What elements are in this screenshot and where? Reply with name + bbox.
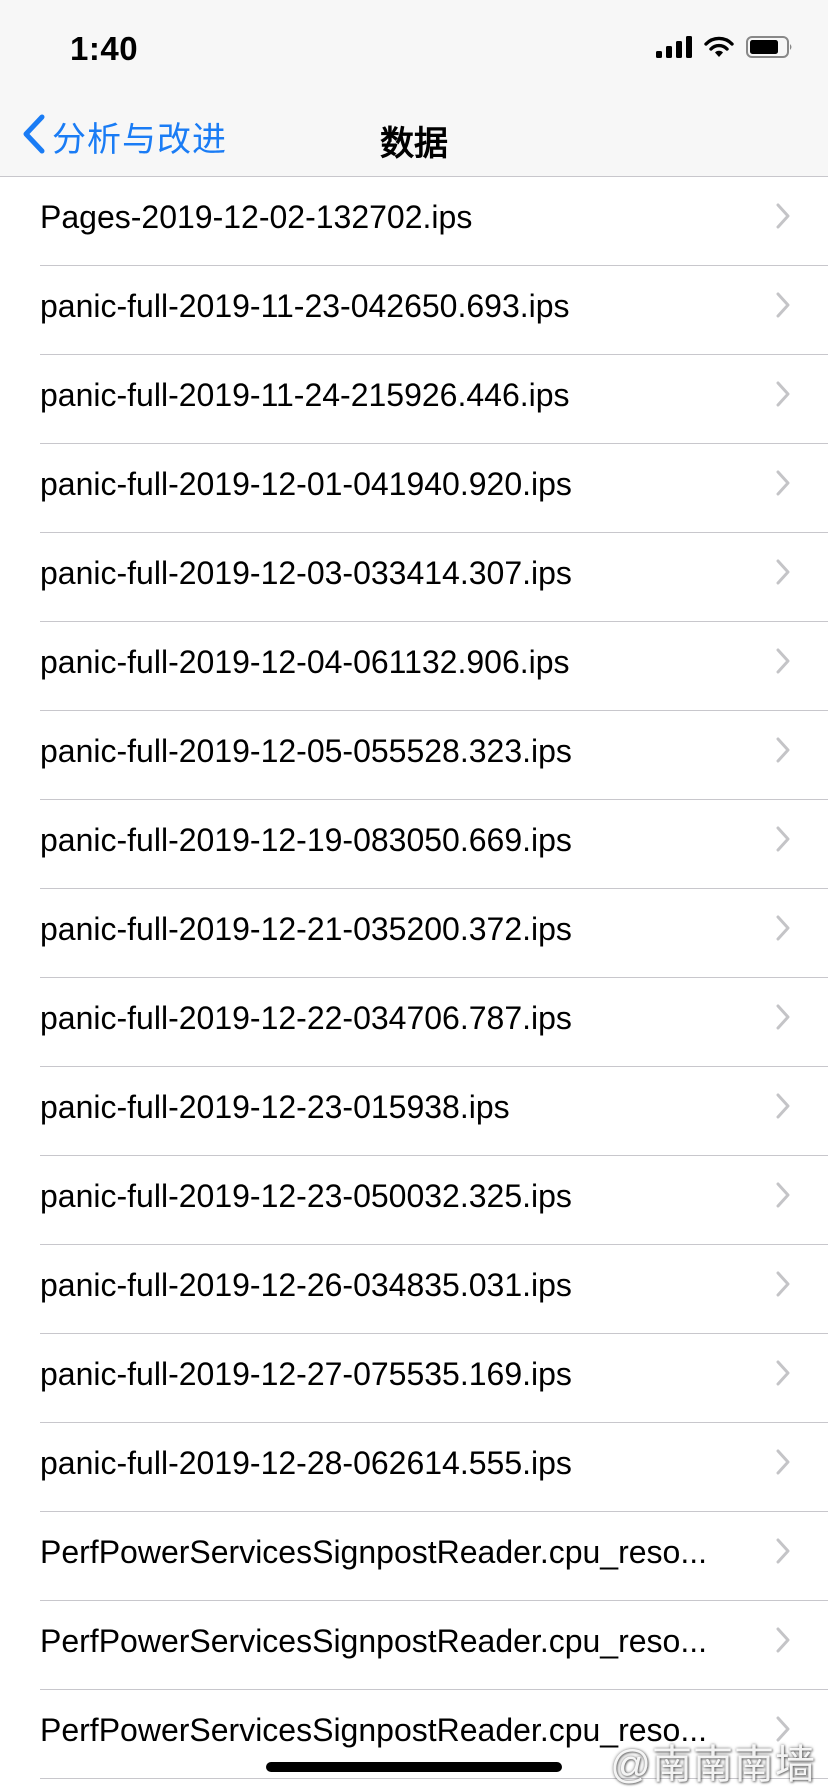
list-item-label: panic-full-2019-12-23-050032.325.ips [40, 1178, 572, 1214]
chevron-right-icon [776, 1004, 790, 1030]
list-item[interactable]: panic-full-2019-12-23-015938.ips [0, 1067, 828, 1156]
list-item-label: panic-full-2019-12-03-033414.307.ips [40, 555, 572, 591]
chevron-right-icon [776, 648, 790, 674]
chevron-right-icon [776, 1538, 790, 1564]
list-item-label: panic-full-2019-12-22-034706.787.ips [40, 1000, 572, 1036]
list-item[interactable]: panic-full-2019-12-22-034706.787.ips [0, 978, 828, 1067]
list-item[interactable]: panic-full-2019-12-26-034835.031.ips [0, 1245, 828, 1334]
list-item-label: panic-full-2019-12-05-055528.323.ips [40, 733, 572, 769]
list-item-label: PerfPowerServicesSignpostReader.cpu_reso… [40, 1534, 708, 1570]
list-item[interactable]: panic-full-2019-12-28-062614.555.ips [0, 1423, 828, 1512]
chevron-right-icon [776, 1360, 790, 1386]
file-list: Pages-2019-12-02-132702.ips panic-full-20… [0, 177, 828, 1779]
status-time: 1:40 [70, 30, 139, 67]
list-item[interactable]: panic-full-2019-12-04-061132.906.ips [0, 622, 828, 711]
chevron-right-icon [776, 1271, 790, 1297]
list-item[interactable]: panic-full-2019-12-23-050032.325.ips [0, 1156, 828, 1245]
navigation-bar: 分析与改进 数据 [0, 96, 828, 177]
page-title: 数据 [380, 125, 448, 163]
chevron-right-icon [776, 381, 790, 407]
status-bar: 1:40 [0, 0, 828, 96]
list-item-label: panic-full-2019-11-23-042650.693.ips [40, 288, 570, 324]
chevron-right-icon [776, 292, 790, 318]
list-item-label: Pages-2019-12-02-132702.ips [40, 199, 473, 235]
wifi-icon [704, 36, 734, 63]
battery-icon [746, 36, 794, 63]
home-indicator[interactable] [266, 1762, 562, 1772]
list-item-label: panic-full-2019-12-28-062614.555.ips [40, 1445, 572, 1481]
chevron-right-icon [776, 737, 790, 763]
chevron-right-icon [776, 1627, 790, 1653]
chevron-right-icon [776, 470, 790, 496]
list-item[interactable]: panic-full-2019-11-24-215926.446.ips [0, 355, 828, 444]
list-item[interactable]: panic-full-2019-11-23-042650.693.ips [0, 266, 828, 355]
list-item-label: panic-full-2019-12-27-075535.169.ips [40, 1356, 572, 1392]
list-item-label: panic-full-2019-12-01-041940.920.ips [40, 466, 572, 502]
list-item-label: panic-full-2019-12-04-061132.906.ips [40, 644, 570, 680]
list-item-label: panic-full-2019-12-26-034835.031.ips [40, 1267, 572, 1303]
list-item[interactable]: panic-full-2019-12-27-075535.169.ips [0, 1334, 828, 1423]
list-item-label: PerfPowerServicesSignpostReader.cpu_reso… [40, 1623, 708, 1659]
list-item[interactable]: PerfPowerServicesSignpostReader.cpu_reso… [0, 1512, 828, 1601]
watermark: @南南南墙 [610, 1732, 816, 1790]
signal-icon [656, 36, 692, 63]
chevron-right-icon [776, 1449, 790, 1475]
status-icons [656, 36, 794, 63]
chevron-right-icon [776, 915, 790, 941]
list-item-label: panic-full-2019-12-23-015938.ips [40, 1089, 510, 1125]
list-item-label: panic-full-2019-12-19-083050.669.ips [40, 822, 572, 858]
list-item-label: panic-full-2019-12-21-035200.372.ips [40, 911, 572, 947]
list-item-label: panic-full-2019-11-24-215926.446.ips [40, 377, 570, 413]
list-item[interactable]: PerfPowerServicesSignpostReader.cpu_reso… [0, 1601, 828, 1690]
chevron-right-icon [776, 1182, 790, 1208]
chevron-right-icon [776, 1093, 790, 1119]
list-item[interactable]: panic-full-2019-12-19-083050.669.ips [0, 800, 828, 889]
chevron-right-icon [776, 826, 790, 852]
list-item[interactable]: Pages-2019-12-02-132702.ips [0, 177, 828, 266]
list-item[interactable]: panic-full-2019-12-21-035200.372.ips [0, 889, 828, 978]
chevron-right-icon [776, 559, 790, 585]
list-item[interactable]: panic-full-2019-12-05-055528.323.ips [0, 711, 828, 800]
list-item[interactable]: panic-full-2019-12-03-033414.307.ips [0, 533, 828, 622]
list-item[interactable]: panic-full-2019-12-01-041940.920.ips [0, 444, 828, 533]
watermark-text: @南南南墙 [610, 1743, 816, 1787]
chevron-right-icon [776, 203, 790, 229]
